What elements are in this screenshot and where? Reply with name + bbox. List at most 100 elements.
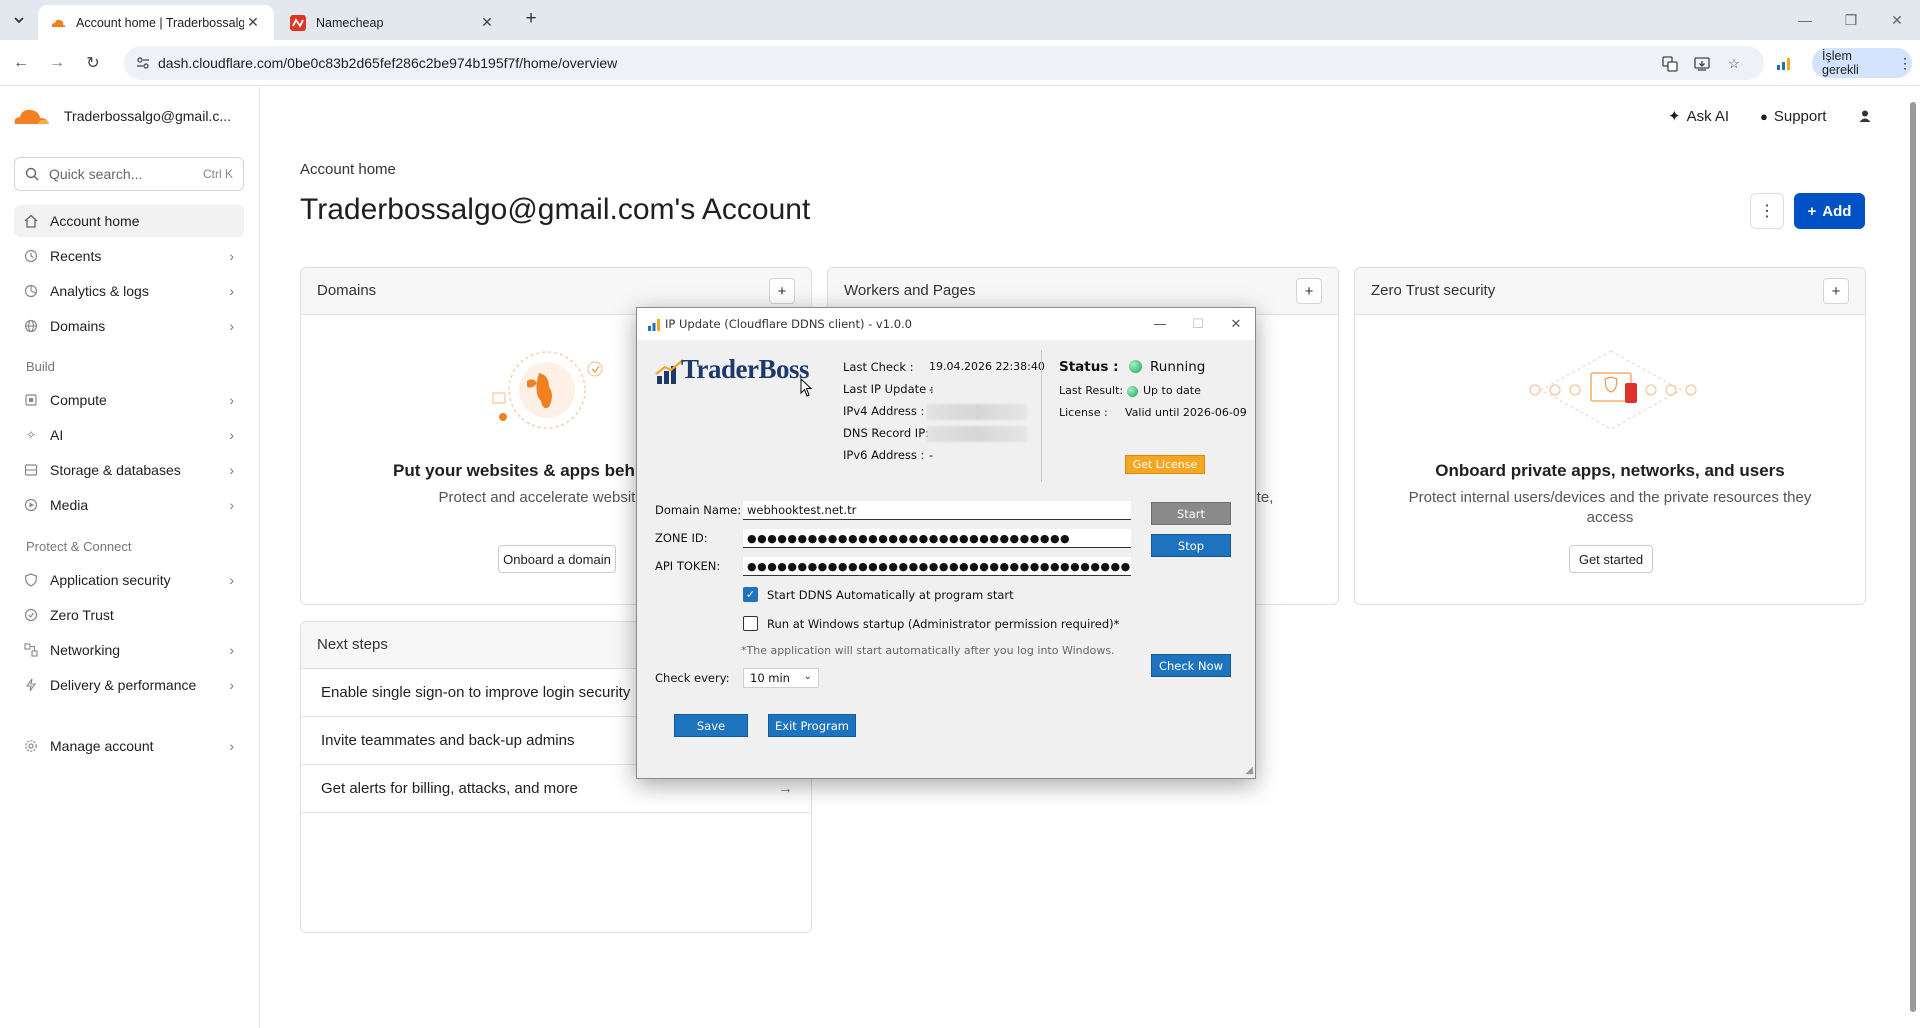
sidebar-item-media[interactable]: Media › bbox=[14, 489, 244, 521]
shield-check-icon bbox=[24, 608, 38, 622]
page-title: Traderbossalgo@gmail.com's Account bbox=[300, 193, 811, 226]
home-icon bbox=[24, 214, 38, 228]
address-bar[interactable]: dash.cloudflare.com/0be0c83b2d65fef286c2… bbox=[124, 46, 1764, 80]
cloudflare-logo-icon bbox=[14, 109, 49, 124]
chevron-right-icon: › bbox=[229, 738, 234, 754]
start-ddns-label: Start DDNS Automatically at program star… bbox=[767, 588, 1014, 602]
tab-title: Namecheap bbox=[316, 15, 384, 30]
more-options-button[interactable]: ⋮ bbox=[1750, 193, 1784, 229]
breadcrumb: Account home bbox=[300, 161, 396, 178]
app-icon bbox=[648, 319, 660, 331]
chevron-right-icon: › bbox=[229, 462, 234, 478]
stop-button[interactable]: Stop bbox=[1151, 534, 1231, 557]
sidebar: Traderbossalgo@gmail.c... Quick search..… bbox=[0, 87, 260, 1028]
save-button[interactable]: Save bbox=[674, 714, 748, 737]
dns-record-ip-redacted bbox=[927, 426, 1027, 442]
sidebar-item-recents[interactable]: Recents › bbox=[14, 240, 244, 272]
get-started-button[interactable]: Get started bbox=[1569, 545, 1653, 573]
exit-program-button[interactable]: Exit Program bbox=[768, 714, 856, 737]
resize-grip-icon[interactable]: ◢ bbox=[1245, 765, 1253, 776]
sidebar-item-manage-account[interactable]: Manage account › bbox=[14, 730, 244, 762]
new-tab-icon[interactable]: + bbox=[520, 9, 542, 31]
sidebar-item-analytics[interactable]: Analytics & logs › bbox=[14, 275, 244, 307]
profile-action-button[interactable]: İşlem gerekli ⋮ bbox=[1812, 48, 1912, 78]
sidebar-item-application-security[interactable]: Application security › bbox=[14, 564, 244, 596]
add-zero-trust-button[interactable]: + bbox=[1823, 278, 1849, 304]
last-ip-update-label: Last IP Update : bbox=[843, 382, 934, 396]
account-switcher[interactable]: Traderbossalgo@gmail.c... bbox=[12, 101, 252, 131]
chevron-right-icon: › bbox=[229, 392, 234, 408]
license-value: Valid until 2026-06-09 bbox=[1125, 406, 1247, 419]
tab-search-button[interactable] bbox=[6, 8, 32, 32]
chevron-right-icon: › bbox=[229, 677, 234, 693]
sidebar-item-zero-trust[interactable]: Zero Trust bbox=[14, 599, 244, 631]
sidebar-item-storage[interactable]: Storage & databases › bbox=[14, 454, 244, 486]
sparkle-icon: ✧ bbox=[25, 428, 37, 442]
chevron-right-icon: › bbox=[229, 283, 234, 299]
check-every-label: Check every: bbox=[655, 671, 730, 685]
last-result-value: Up to date bbox=[1143, 384, 1201, 397]
forward-icon[interactable]: → bbox=[44, 50, 70, 76]
last-check-label: Last Check : bbox=[843, 360, 914, 374]
get-license-button[interactable]: Get License bbox=[1125, 455, 1205, 474]
minimize-window-icon[interactable]: — bbox=[1782, 6, 1828, 34]
close-window-icon[interactable]: ✕ bbox=[1874, 6, 1920, 34]
startup-note: *The application will start automaticall… bbox=[741, 644, 1115, 657]
browser-tab-bar: Account home | Traderbossalgo ✕ Namechea… bbox=[0, 0, 1920, 40]
user-menu-icon[interactable] bbox=[1858, 104, 1872, 128]
sidebar-item-delivery-performance[interactable]: Delivery & performance › bbox=[14, 669, 244, 701]
last-check-value: 19.04.2026 22:38:40 bbox=[929, 360, 1045, 373]
scrollbar-thumb[interactable] bbox=[1910, 102, 1916, 1012]
dialog-close-icon[interactable]: ✕ bbox=[1219, 312, 1253, 336]
sidebar-item-account-home[interactable]: Account home bbox=[14, 205, 244, 237]
add-worker-button[interactable]: + bbox=[1296, 278, 1322, 304]
domain-name-input[interactable]: webhooktest.net.tr bbox=[743, 501, 1131, 520]
status-label: Status : bbox=[1059, 359, 1119, 375]
sidebar-item-domains[interactable]: Domains › bbox=[14, 310, 244, 342]
api-token-input[interactable]: ●●●●●●●●●●●●●●●●●●●●●●●●●●●●●●●●●●●●●●●● bbox=[743, 557, 1131, 576]
bookmark-star-icon[interactable]: ☆ bbox=[1724, 54, 1744, 74]
add-domain-button[interactable]: + bbox=[769, 278, 795, 304]
support-button[interactable]: ● Support bbox=[1760, 104, 1826, 128]
search-shortcut: Ctrl K bbox=[203, 167, 233, 181]
dialog-minimize-icon[interactable]: — bbox=[1143, 312, 1177, 336]
reload-icon[interactable]: ↻ bbox=[80, 50, 106, 76]
translate-icon[interactable] bbox=[1660, 54, 1680, 74]
chevron-down-icon: ⌄ bbox=[803, 671, 812, 682]
install-app-icon[interactable] bbox=[1692, 54, 1712, 74]
back-icon[interactable]: ← bbox=[8, 50, 34, 76]
site-info-icon[interactable] bbox=[134, 54, 152, 72]
page-scrollbar[interactable] bbox=[1908, 88, 1918, 1028]
ask-ai-button[interactable]: ✦ Ask AI bbox=[1668, 104, 1729, 128]
card-title: Workers and Pages bbox=[844, 282, 976, 299]
zone-id-input[interactable]: ●●●●●●●●●●●●●●●●●●●●●●●●●●●●●●●● bbox=[743, 529, 1131, 548]
tab-namecheap[interactable]: Namecheap ✕ bbox=[278, 5, 508, 40]
last-result-label: Last Result: bbox=[1059, 384, 1124, 397]
card-heading: Onboard private apps, networks, and user… bbox=[1435, 461, 1785, 480]
extension-icon[interactable] bbox=[1774, 53, 1794, 73]
quick-search-input[interactable]: Quick search... Ctrl K bbox=[14, 157, 244, 191]
dialog-maximize-icon[interactable]: ☐ bbox=[1181, 312, 1215, 336]
add-button[interactable]: + Add bbox=[1794, 193, 1865, 229]
sidebar-item-ai[interactable]: ✧ AI › bbox=[14, 419, 244, 451]
start-button[interactable]: Start bbox=[1151, 502, 1231, 525]
restore-window-icon[interactable]: ❐ bbox=[1828, 6, 1874, 34]
api-token-label: API TOKEN: bbox=[655, 559, 721, 573]
globe-icon bbox=[24, 319, 38, 333]
onboard-domain-button[interactable]: Onboard a domain bbox=[498, 545, 616, 573]
close-tab-icon[interactable]: ✕ bbox=[244, 14, 262, 31]
dns-record-ip-label: DNS Record IP: bbox=[843, 426, 930, 440]
sidebar-item-networking[interactable]: Networking › bbox=[14, 634, 244, 666]
database-icon bbox=[24, 463, 38, 477]
search-placeholder: Quick search... bbox=[49, 166, 143, 182]
sidebar-item-compute[interactable]: Compute › bbox=[14, 384, 244, 416]
start-ddns-checkbox[interactable]: ✓ bbox=[743, 587, 758, 602]
tab-account-home[interactable]: Account home | Traderbossalgo ✕ bbox=[38, 5, 274, 40]
shield-icon bbox=[24, 573, 38, 587]
close-tab-icon[interactable]: ✕ bbox=[478, 14, 496, 31]
url-text: dash.cloudflare.com/0be0c83b2d65fef286c2… bbox=[158, 55, 618, 71]
network-icon bbox=[24, 643, 38, 657]
check-now-button[interactable]: Check Now bbox=[1151, 654, 1231, 677]
check-interval-select[interactable]: 10 min ⌄ bbox=[743, 668, 819, 688]
run-at-startup-checkbox[interactable] bbox=[743, 616, 758, 631]
